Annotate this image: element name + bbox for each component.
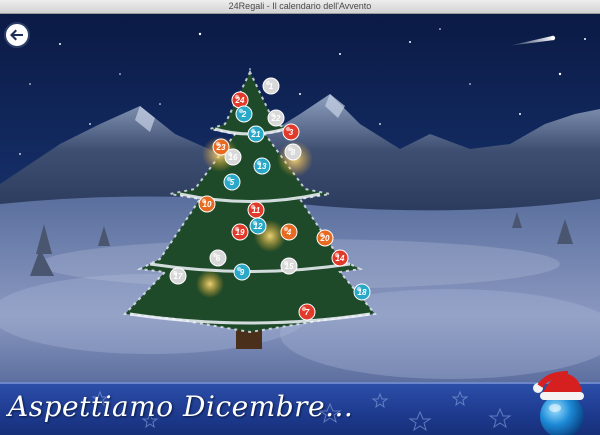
ornament-day-19[interactable]: 19 [231, 223, 249, 241]
ornament-day-1[interactable]: 1 [262, 77, 280, 95]
window-titlebar: 24Regali - Il calendario dell'Avvento [0, 0, 600, 14]
ornament-label: 16 [229, 153, 238, 162]
banner-message: Aspettiamo Dicembre... [8, 390, 354, 423]
ornament-day-14[interactable]: 14 [331, 249, 349, 267]
ornament-label: 3 [289, 128, 294, 137]
ornament-day-6[interactable]: 6 [209, 249, 227, 267]
ornament-label: 2 [241, 110, 247, 119]
ornament-label: 10 [203, 200, 212, 209]
scene-background: 1242 2221 32316138510114121962017 91514187 [0, 28, 600, 435]
ornament-label: 9 [240, 268, 245, 277]
ornament-label: 12 [254, 222, 263, 231]
ornament-label: 18 [358, 288, 367, 297]
ornament-day-7[interactable]: 7 [298, 303, 316, 321]
ornament-day-17[interactable]: 17 [169, 267, 187, 285]
santa-hat-ball-icon[interactable] [528, 366, 594, 435]
ornament-day-18[interactable]: 18 [353, 283, 371, 301]
ornament-day-2[interactable]: 2 [235, 105, 253, 123]
ornament-label: 7 [305, 308, 310, 317]
ornament-label: 15 [285, 262, 294, 271]
ornament-label: 14 [336, 254, 345, 263]
advent-scene: 1 24 2 22 21 3 23 16 13 8 5 10 11 4 12 19 6 20 17 9 15 14 18 7 … [0, 14, 600, 435]
ornament-day-21[interactable]: 21 [247, 125, 265, 143]
ornament-day-11[interactable]: 11 [247, 201, 265, 219]
ornament-day-15[interactable]: 15 [280, 257, 298, 275]
back-button[interactable] [4, 22, 30, 48]
ornament-label: 13 [258, 162, 267, 171]
ornament-label: 20 [320, 234, 330, 243]
ornament-label: 6 [216, 254, 221, 263]
ornament-day-13[interactable]: 13 [253, 157, 271, 175]
ornament-day-10[interactable]: 10 [198, 195, 216, 213]
ornament-day-3[interactable]: 3 [282, 123, 300, 141]
back-arrow-icon [10, 29, 23, 41]
ornament-label: 5 [230, 178, 235, 187]
ornament-day-20[interactable]: 20 [316, 229, 334, 247]
ornament-day-22[interactable]: 22 [267, 109, 285, 127]
ornament-day-9[interactable]: 9 [233, 263, 251, 281]
footer-banner: Aspettiamo Dicembre... [0, 382, 600, 435]
ornament-label: 4 [286, 228, 292, 237]
ornament-label: 23 [216, 143, 226, 152]
ornament-day-5[interactable]: 5 [223, 173, 241, 191]
ornament-label: 21 [251, 130, 261, 139]
ornament-day-12[interactable]: 12 [249, 217, 267, 235]
ornament-day-8[interactable]: 8 [284, 143, 302, 161]
ornament-label: 11 [252, 206, 261, 215]
ornament-day-24[interactable]: 24 [231, 91, 249, 109]
ornament-day-16[interactable]: 16 [224, 148, 242, 166]
comet [508, 36, 554, 46]
ornament-label: 19 [236, 228, 245, 237]
window-title: 24Regali - Il calendario dell'Avvento [228, 1, 372, 11]
ornament-day-4[interactable]: 4 [280, 223, 298, 241]
ornament-label: 22 [271, 114, 281, 123]
ornament-label: 1 [269, 82, 274, 91]
ornament-label: 24 [235, 96, 245, 105]
ornament-label: 8 [291, 148, 296, 157]
ornament-label: 17 [174, 272, 183, 281]
